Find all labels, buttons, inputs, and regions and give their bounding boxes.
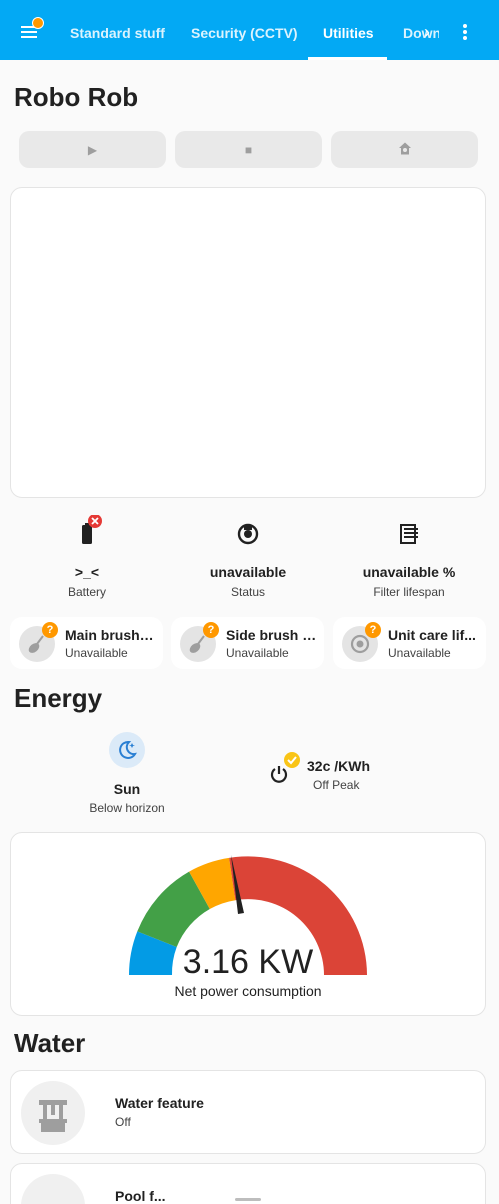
gauge-label: Net power consumption	[174, 983, 321, 999]
active-tab-indicator	[308, 57, 387, 60]
notification-dot	[32, 17, 44, 29]
unknown-badge: ?	[42, 622, 58, 638]
filter-lifespan-label: Filter lifespan	[373, 585, 445, 599]
air-filter-icon	[400, 524, 418, 544]
sun-entity[interactable]: Sun Below horizon	[67, 732, 187, 815]
tariff-entity[interactable]: 32c /KWh Off Peak	[265, 752, 385, 796]
power-gauge-card[interactable]: 3.16 KW Net power consumption	[10, 832, 486, 1016]
water-item-name: Pool f...	[115, 1188, 166, 1204]
play-icon: ▶	[87, 142, 98, 157]
home-icon	[398, 141, 412, 158]
sun-value: Sun	[113, 781, 141, 797]
water-item-name: Water feature	[115, 1095, 204, 1111]
tariff-label: Off Peak	[313, 778, 360, 792]
water-item-state: Off	[115, 1115, 131, 1129]
tab-standard-stuff[interactable]: Standard stuff	[70, 0, 165, 60]
status-label: Status	[230, 585, 266, 599]
battery-label: Battery	[67, 585, 106, 599]
battery-alert-icon	[82, 514, 102, 544]
unit-care-tile[interactable]: ? Unit care lif... Unavailable	[333, 617, 486, 669]
filter-lifespan-value: unavailable %	[362, 564, 456, 580]
main-brush-tile[interactable]: ? Main brush l... Unavailable	[10, 617, 163, 669]
tab-utilities[interactable]: Utilities	[323, 0, 374, 60]
unknown-badge: ?	[365, 622, 381, 638]
power-gauge: 3.16 KW Net power consumption	[129, 855, 367, 999]
weather-night-icon	[109, 732, 145, 768]
more-vertical-icon[interactable]	[462, 24, 470, 42]
tariff-value: 32c /KWh	[307, 758, 371, 774]
tab-security-cctv[interactable]: Security (CCTV)	[191, 0, 298, 60]
chevron-right-icon[interactable]: ›	[424, 22, 440, 42]
section-title-vacuum: Robo Rob	[14, 82, 139, 112]
unknown-badge: ?	[203, 622, 219, 638]
tile-name: Main brush l...	[65, 627, 157, 643]
section-title-water: Water	[14, 1028, 86, 1058]
status-stat[interactable]: unavailable Status	[168, 515, 328, 599]
tile-state: Unavailable	[65, 646, 128, 660]
section-title-energy: Energy	[14, 683, 103, 713]
play-button[interactable]: ▶	[19, 131, 166, 168]
return-home-button[interactable]	[331, 131, 478, 168]
hamburger-menu-icon[interactable]	[18, 17, 44, 42]
check-icon	[284, 752, 300, 768]
battery-value: >_<	[74, 564, 100, 580]
battery-stat[interactable]: >_< Battery	[7, 514, 167, 599]
stop-icon: ■	[244, 142, 253, 157]
top-app-bar: Standard stuff Security (CCTV) Utilities…	[0, 0, 499, 60]
tile-state: Unavailable	[388, 646, 451, 660]
sun-label: Below horizon	[89, 801, 165, 815]
status-value: unavailable	[209, 564, 287, 580]
pool-icon	[21, 1174, 85, 1204]
tile-name: Side brush li...	[226, 627, 318, 643]
robot-vacuum-icon	[237, 523, 259, 545]
bottom-sheet-handle[interactable]	[235, 1198, 261, 1201]
gauge-value-text: 3.16 KW	[183, 943, 313, 981]
stop-button[interactable]: ■	[175, 131, 322, 168]
tile-state: Unavailable	[226, 646, 289, 660]
fountain-icon	[21, 1081, 85, 1145]
water-feature-card[interactable]: Water feature Off	[10, 1070, 486, 1154]
tile-name: Unit care lif...	[388, 627, 476, 643]
filter-lifespan-stat[interactable]: unavailable % Filter lifespan	[329, 515, 489, 599]
vacuum-map-card	[10, 187, 486, 498]
side-brush-tile[interactable]: ? Side brush li... Unavailable	[171, 617, 324, 669]
